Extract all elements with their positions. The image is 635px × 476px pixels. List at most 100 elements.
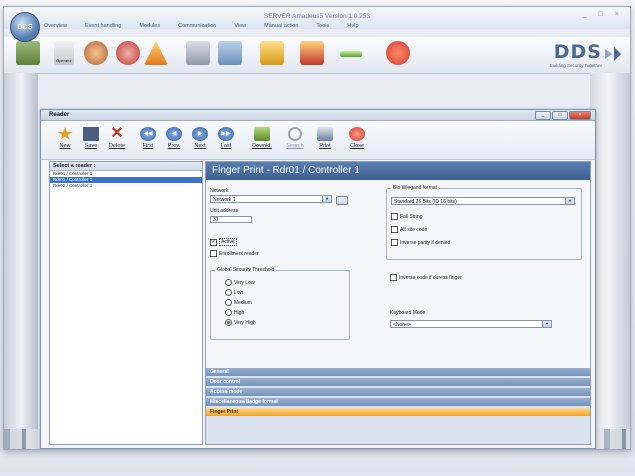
- minimize-button[interactable]: _: [535, 111, 551, 120]
- close-icon: [349, 127, 365, 141]
- radio-label: Very High: [234, 319, 256, 326]
- inverse-duress-checkbox[interactable]: Inverse code if duress finger: [390, 274, 462, 281]
- save-button[interactable]: Save: [79, 125, 103, 155]
- dds-mark-icon: [605, 47, 621, 61]
- threshold-very-low-radio[interactable]: Very Low: [225, 279, 255, 286]
- unit-address-input[interactable]: 31: [210, 216, 252, 223]
- reader-list-header: Select a reader :: [50, 162, 202, 171]
- app-orb-button[interactable]: DDS: [10, 12, 40, 42]
- reader-detail-panel: Finger Print - Rdr01 / Controller 1 Netw…: [205, 161, 591, 445]
- background-left-photo: [4, 73, 38, 449]
- map-icon[interactable]: [16, 41, 40, 65]
- next-label: Next: [194, 143, 206, 149]
- reader-list-panel: Select a reader : Rdr01 / Controller 1 R…: [49, 161, 203, 445]
- list-item[interactable]: Rdr02 / Controller 1: [50, 183, 202, 189]
- dds-logo: DDS Building Security Together: [550, 41, 602, 68]
- radio-label: Medium: [234, 299, 252, 306]
- download-icon: [254, 127, 270, 141]
- status-bar-icon[interactable]: [340, 51, 362, 57]
- close-label: Close: [349, 143, 365, 149]
- background-right-photo: [590, 73, 630, 449]
- network-select[interactable]: Network 1 ▼: [210, 195, 332, 203]
- door-icon[interactable]: [186, 41, 210, 65]
- section-general[interactable]: General: [206, 368, 590, 376]
- ribbon: Operator DDS Building Security Together: [4, 37, 630, 74]
- last-icon: ▶▶: [218, 127, 234, 141]
- ribbon-tab-manual-action[interactable]: Manual action: [264, 23, 298, 29]
- dialog-window-controls: _ □ ×: [535, 111, 591, 120]
- application-window: SERVER Amadeus5 Version 1.0.253 _ □ × Ov…: [3, 6, 631, 450]
- operator-button[interactable]: Operator: [54, 41, 74, 65]
- delete-button[interactable]: ✕ Delete: [105, 125, 129, 155]
- radio-icon: [225, 299, 232, 306]
- download-button[interactable]: Downld.: [247, 125, 277, 155]
- bio-wiegand-select[interactable]: Standard 26 Bits (ID 16 bits) ▼: [391, 197, 575, 205]
- keyboard-mode-select[interactable]: <None> ▼: [390, 320, 552, 328]
- people-icon[interactable]: [84, 41, 108, 65]
- section-finger-print[interactable]: Finger Print: [206, 408, 590, 416]
- radio-icon: [225, 309, 232, 316]
- dialog-toolbar: New Save ✕ Delete ◀◀ First ◀ Prev. ▶ Nex…: [41, 121, 595, 160]
- next-button[interactable]: ▶ Next: [188, 125, 212, 155]
- chevron-down-icon: ▼: [542, 321, 551, 327]
- threshold-medium-radio[interactable]: Medium: [225, 299, 252, 306]
- window-controls[interactable]: _ □ ×: [583, 11, 624, 18]
- close-window-button[interactable]: ×: [569, 111, 591, 120]
- network-browse-button[interactable]: [336, 196, 348, 205]
- save-label: Save: [84, 143, 98, 149]
- threshold-title: Global Security Threshold: [215, 267, 277, 273]
- prev-button[interactable]: ◀ Prev.: [162, 125, 186, 155]
- ribbon-tab-event-handling[interactable]: Event handling: [85, 23, 121, 29]
- enrollment-checkbox[interactable]: Enrollment reader: [210, 250, 259, 257]
- fail-string-checkbox[interactable]: Fail String: [391, 213, 423, 220]
- delete-icon: ✕: [110, 125, 124, 142]
- section-access-mode[interactable]: Access mode: [206, 388, 590, 396]
- ribbon-tab-communication[interactable]: Communication: [178, 23, 216, 29]
- search-button[interactable]: Search: [281, 125, 309, 155]
- warning-icon[interactable]: [144, 41, 168, 65]
- chevron-down-icon: ▼: [322, 196, 331, 202]
- threshold-low-radio[interactable]: Low: [225, 289, 243, 296]
- manual-action-2-icon[interactable]: [300, 41, 324, 65]
- bio-wiegand-label: Bio Wiegand format: [391, 185, 439, 191]
- device-icon[interactable]: [218, 41, 242, 65]
- app-title: SERVER Amadeus5 Version 1.0.253: [263, 13, 371, 20]
- save-icon: [83, 127, 99, 141]
- inverse-parity-checkbox[interactable]: Inverse parity if denied: [391, 239, 450, 246]
- ribbon-tab-modules[interactable]: Modules: [139, 23, 160, 29]
- first-icon: ◀◀: [140, 127, 156, 141]
- ribbon-tab-help[interactable]: Help: [347, 23, 358, 29]
- radio-selected-icon: [225, 319, 232, 326]
- fail-string-label: Fail String: [400, 213, 423, 220]
- section-miscellaneous-badge-format[interactable]: Miscellaneous/Badge format: [206, 398, 590, 406]
- first-label: First: [142, 143, 154, 149]
- dialog-title: Reader: [49, 112, 70, 118]
- threshold-very-high-radio[interactable]: Very High: [225, 319, 256, 326]
- ribbon-tab-tools[interactable]: Tools: [316, 23, 329, 29]
- close-button[interactable]: Close: [345, 125, 369, 155]
- download-label: Downld.: [252, 143, 272, 149]
- new-label: New: [59, 143, 71, 149]
- ribbon-tab-view[interactable]: View: [234, 23, 246, 29]
- radio-label: Very Low: [234, 279, 255, 286]
- power-icon[interactable]: [386, 41, 410, 65]
- section-door-control[interactable]: Door control: [206, 378, 590, 386]
- last-label: Last: [220, 143, 232, 149]
- manual-action-1-icon[interactable]: [260, 41, 284, 65]
- unit-address-label: Unit address: [210, 208, 239, 214]
- maximize-button[interactable]: □: [552, 111, 568, 120]
- new-button[interactable]: New: [53, 125, 77, 155]
- last-button[interactable]: ▶▶ Last: [214, 125, 238, 155]
- radio-icon: [225, 289, 232, 296]
- alt-site-code-label: Alt site code: [400, 226, 428, 233]
- prev-label: Prev.: [167, 143, 181, 149]
- ribbon-tabs: Overview Event handling Modules Communic…: [44, 23, 359, 29]
- active-checkbox[interactable]: ✓ Active: [210, 238, 237, 246]
- first-button[interactable]: ◀◀ First: [136, 125, 160, 155]
- alt-site-code-checkbox[interactable]: Alt site code: [391, 226, 427, 233]
- print-button[interactable]: Print: [313, 125, 337, 155]
- alarm-icon[interactable]: [116, 41, 140, 65]
- threshold-high-radio[interactable]: High: [225, 309, 244, 316]
- ribbon-tab-overview[interactable]: Overview: [44, 23, 67, 29]
- bio-wiegand-group: Bio Wiegand format Standard 26 Bits (ID …: [386, 185, 582, 260]
